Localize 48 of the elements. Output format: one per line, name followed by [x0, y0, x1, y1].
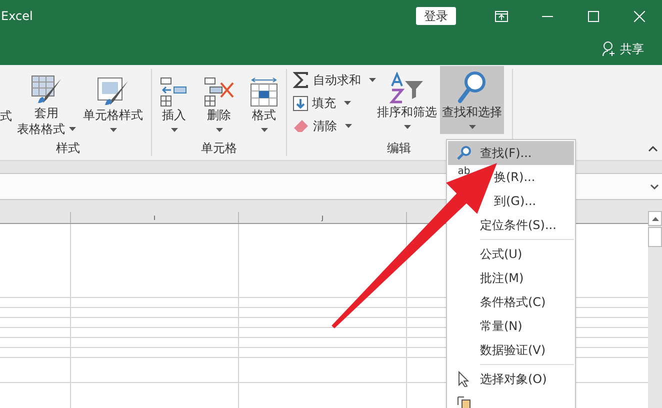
scroll-up-icon [652, 216, 658, 220]
format-cells-icon [250, 77, 278, 107]
delete-cells-icon [204, 77, 234, 107]
menu-item[interactable]: 常量(N) [448, 314, 574, 338]
menu-item[interactable]: 定位条件(S)... [448, 213, 574, 237]
menu-item[interactable]: 选择对象(O) [448, 367, 574, 391]
ribbon-button[interactable]: 插入 [158, 69, 190, 137]
menu-item[interactable]: ab 换(R)... [448, 165, 574, 189]
scrollbar[interactable] [648, 202, 662, 408]
expand-icon[interactable] [650, 184, 659, 190]
group-label: 单元格 [201, 140, 237, 156]
ribbon-button[interactable]: 查找和选择 [440, 66, 504, 134]
maximize-icon [588, 10, 598, 22]
menu-item[interactable]: 查找(F)... [448, 141, 574, 165]
menu-item[interactable]: 条件格式(C) [448, 290, 574, 314]
login-button[interactable]: 登录 [416, 7, 456, 25]
ribbon-button-label[interactable]: 式 [0, 108, 12, 124]
ribbon-button[interactable]: 套用 表格格式 [15, 69, 78, 137]
insert-cells-icon [160, 77, 188, 107]
menu-item[interactable]: 批注(M) [448, 266, 574, 290]
menu-item[interactable]: 公式(U) [448, 242, 574, 266]
window-title: Excel [1, 8, 33, 25]
eraser-icon [293, 119, 309, 133]
search-icon [457, 70, 487, 104]
close-icon [634, 10, 644, 22]
pane-icon [457, 396, 471, 408]
table-style-icon [30, 75, 62, 105]
ribbon-display-icon [494, 10, 508, 22]
group-label: 编辑 [387, 140, 411, 156]
group-label: 样式 [56, 140, 80, 156]
menu-item[interactable]: 到(G)... [494, 189, 574, 213]
share-button[interactable]: 共享 [602, 40, 644, 58]
sort-filter-icon [389, 72, 425, 104]
ribbon-small-button[interactable]: 自动求和 [293, 71, 379, 89]
search-icon [457, 146, 471, 160]
collapse-ribbon-icon[interactable] [648, 146, 658, 152]
person-add-icon [602, 40, 616, 56]
menu-item[interactable]: 数据验证(V) [448, 338, 574, 362]
ribbon-button[interactable]: 格式 [248, 69, 280, 137]
scrollbar-thumb[interactable] [648, 227, 662, 247]
replace-icon: ab [458, 167, 470, 177]
fill-down-icon [293, 96, 308, 110]
ribbon-button[interactable]: 单元格样式 [81, 69, 145, 137]
cell-style-icon [97, 77, 129, 107]
ribbon-button[interactable]: 删除 [202, 69, 236, 137]
scroll-up-button[interactable] [648, 211, 662, 226]
cursor-icon [458, 371, 470, 387]
sigma-icon [293, 72, 309, 88]
